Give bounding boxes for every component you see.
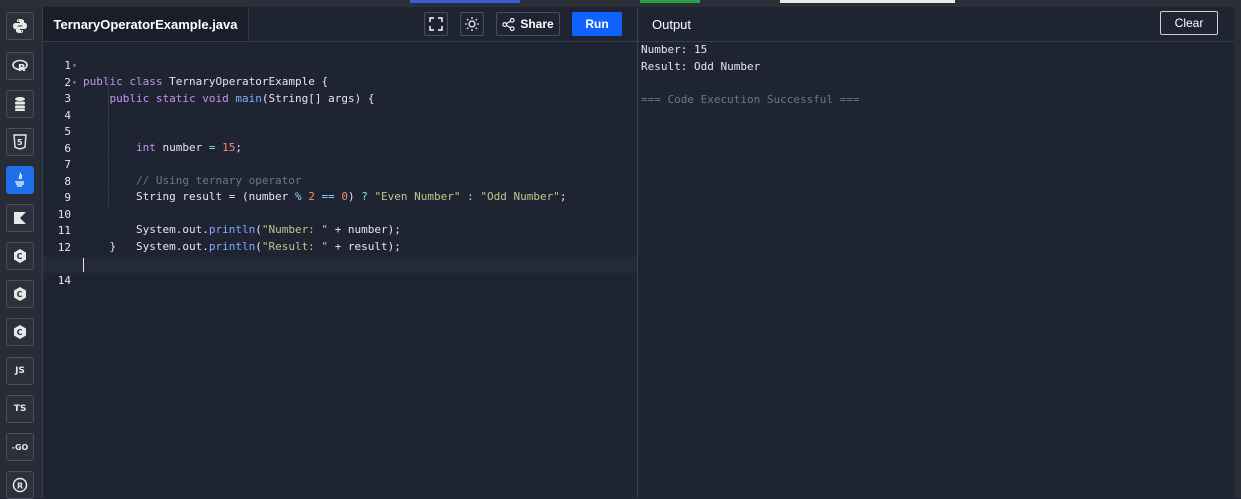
code-line: 1 ▾ public class TernaryOperatorExample { — [43, 42, 637, 88]
svg-text:C: C — [17, 328, 23, 337]
file-tab[interactable]: TernaryOperatorExample.java — [43, 7, 249, 41]
output-console: Number: 15 Result: Odd Number === Code E… — [638, 42, 1234, 498]
fullscreen-button[interactable] — [424, 12, 448, 36]
output-line: Number: 15 — [641, 43, 708, 56]
output-line: Result: Odd Number — [641, 60, 761, 73]
share-button[interactable]: Share — [496, 12, 560, 36]
run-button[interactable]: Run — [572, 12, 622, 36]
python-icon[interactable] — [6, 12, 34, 40]
fullscreen-icon — [429, 17, 443, 31]
kotlin-icon[interactable] — [6, 204, 34, 232]
code-line: 3 — [43, 75, 637, 105]
cpp-icon[interactable]: C — [6, 280, 34, 308]
share-label: Share — [520, 17, 554, 31]
code-line: 8 — [43, 158, 637, 188]
sql-database-icon[interactable] — [6, 90, 34, 118]
rust-icon[interactable]: R — [6, 471, 34, 499]
code-line: 6 // Using ternary operator — [43, 125, 637, 187]
clear-button[interactable]: Clear — [1160, 11, 1218, 35]
language-sidebar: R 5 C C C JS TS -GO R — [0, 7, 43, 499]
editor-header: TernaryOperatorExample.java Share Run — [43, 7, 637, 42]
html5-icon[interactable]: 5 — [6, 128, 34, 156]
code-line: 4 int number = 15; — [43, 92, 637, 154]
code-line: 9 System.out.println("Number: " + number… — [43, 174, 637, 236]
r-icon[interactable]: R — [6, 52, 34, 80]
sun-icon — [465, 17, 479, 31]
code-line: 2 ▾ public static void main(String[] args… — [43, 59, 637, 105]
code-line: 11 } — [43, 207, 637, 253]
top-strip — [0, 0, 1241, 7]
svg-text:C: C — [17, 252, 23, 261]
code-line: 13 — [43, 240, 637, 270]
theme-toggle-button[interactable] — [460, 12, 484, 36]
share-icon — [502, 17, 515, 31]
code-line: 12 } — [43, 224, 637, 270]
text-cursor — [83, 258, 84, 272]
output-header: Output Clear — [638, 7, 1234, 42]
typescript-icon[interactable]: TS — [6, 395, 34, 423]
svg-text:C: C — [17, 290, 23, 299]
csharp-icon[interactable]: C — [6, 318, 34, 346]
execution-status: === Code Execution Successful === — [641, 93, 860, 106]
svg-text:5: 5 — [17, 138, 23, 147]
code-line: 5 — [43, 108, 637, 138]
code-line: 10 System.out.println("Result: " + resul… — [43, 191, 637, 253]
code-line: 7 String result = (number % 2 == 0) ? "E… — [43, 141, 637, 203]
code-editor[interactable]: 1 ▾ public class TernaryOperatorExample {… — [43, 42, 637, 498]
go-icon[interactable]: -GO — [6, 433, 34, 461]
javascript-icon[interactable]: JS — [6, 357, 34, 385]
line-number: 14 — [57, 274, 71, 287]
output-title: Output — [652, 17, 692, 32]
c-icon[interactable]: C — [6, 242, 34, 270]
svg-text:R: R — [17, 482, 23, 491]
scrollbar-track[interactable] — [1234, 7, 1241, 498]
java-icon[interactable] — [6, 166, 34, 194]
svg-text:R: R — [18, 63, 26, 74]
code-line-current[interactable]: 14 — [43, 257, 637, 287]
